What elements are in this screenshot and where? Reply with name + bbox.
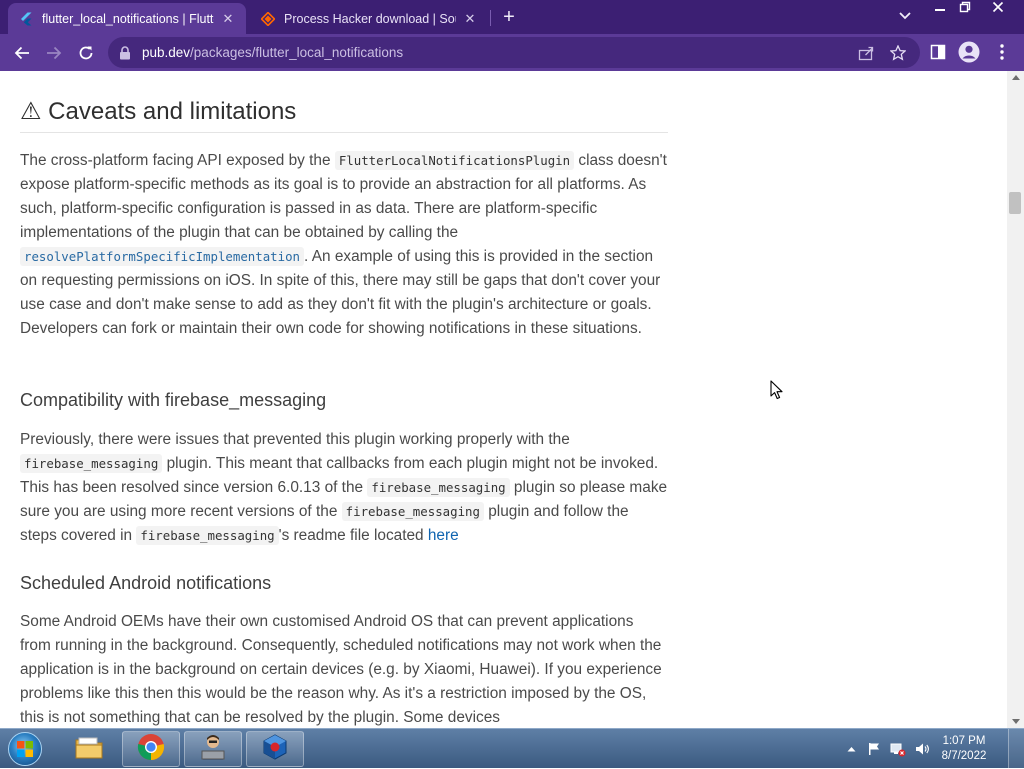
sourceforge-icon	[260, 11, 276, 27]
windows-explorer-icon	[74, 734, 104, 765]
page-scrollbar[interactable]	[1007, 71, 1024, 728]
code-firebase-messaging: firebase_messaging	[367, 478, 510, 497]
tab-separator	[490, 10, 491, 26]
firebase-text-1: Previously, there were issues that preve…	[20, 431, 570, 448]
scroll-down-arrow-icon[interactable]	[1012, 719, 1020, 724]
kebab-menu-icon[interactable]	[991, 41, 1013, 63]
chrome-icon	[137, 733, 165, 766]
windows-taskbar: 1:07 PM 8/7/2022	[0, 728, 1024, 769]
volume-speaker-icon[interactable]	[914, 741, 932, 757]
firebase-compat-heading: Compatibility with firebase_messaging	[20, 390, 327, 410]
share-icon[interactable]	[857, 44, 875, 62]
lock-icon[interactable]	[118, 45, 132, 60]
side-panel-icon[interactable]	[927, 41, 949, 63]
clock-time: 1:07 PM	[942, 735, 986, 747]
scheduled-paragraph: Some Android OEMs have their own customi…	[20, 613, 662, 726]
minimize-icon[interactable]	[926, 0, 954, 20]
bookmark-star-icon[interactable]	[889, 44, 907, 62]
url-text: pub.dev/packages/flutter_local_notificat…	[142, 45, 403, 60]
here-link[interactable]: here	[428, 527, 459, 544]
close-window-icon[interactable]	[984, 0, 1012, 20]
tab-title: flutter_local_notifications | Flutter	[42, 11, 214, 26]
tab-process-hacker[interactable]: Process Hacker download | SourceForge ✕	[250, 3, 488, 34]
tab-title: Process Hacker download | SourceForge	[284, 11, 456, 26]
taskbar-virtualbox[interactable]	[246, 731, 304, 767]
page-viewport: ⚠ Caveats and limitations The cross-plat…	[0, 71, 1007, 728]
flutter-icon	[18, 11, 34, 27]
close-tab-icon[interactable]: ✕	[462, 11, 478, 27]
forward-arrow-icon[interactable]	[41, 40, 67, 66]
virtualbox-icon	[261, 733, 289, 766]
user-app-icon	[198, 733, 228, 766]
scroll-up-arrow-icon[interactable]	[1012, 75, 1020, 80]
restore-icon[interactable]	[951, 0, 979, 20]
clock-date: 8/7/2022	[941, 750, 987, 762]
back-arrow-icon[interactable]	[9, 40, 35, 66]
tab-search-chevron-icon[interactable]	[896, 9, 914, 25]
heading-divider	[20, 132, 668, 133]
url-host: pub.dev	[142, 45, 191, 60]
system-clock[interactable]: 1:07 PM 8/7/2022	[935, 734, 993, 764]
network-error-icon[interactable]	[889, 741, 907, 757]
code-resolve-platform-specific-link[interactable]: resolvePlatformSpecificImplementation	[20, 247, 305, 266]
new-tab-button[interactable]: +	[497, 6, 521, 28]
show-desktop-button[interactable]	[1008, 729, 1024, 769]
tab-flutter-local-notifications[interactable]: flutter_local_notifications | Flutter ✕	[8, 3, 246, 34]
code-firebase-messaging: firebase_messaging	[20, 454, 163, 473]
caveats-paragraph: The cross-platform facing API exposed by…	[20, 149, 668, 341]
caveats-text-1: The cross-platform facing API exposed by…	[20, 152, 331, 169]
caveats-heading: ⚠ Caveats and limitations	[20, 98, 297, 125]
start-button[interactable]	[6, 731, 44, 767]
code-firebase-messaging: firebase_messaging	[341, 502, 484, 521]
scrollbar-thumb[interactable]	[1009, 192, 1021, 214]
reload-icon[interactable]	[73, 40, 99, 66]
close-tab-icon[interactable]: ✕	[220, 11, 236, 27]
taskbar-user-app[interactable]	[184, 731, 242, 767]
taskbar-explorer[interactable]	[60, 731, 118, 767]
code-firebase-messaging: firebase_messaging	[136, 526, 279, 545]
windows-logo-icon	[8, 732, 42, 766]
tab-strip: flutter_local_notifications | Flutter ✕ …	[0, 0, 1024, 34]
show-hidden-icons-icon[interactable]	[845, 741, 857, 757]
firebase-paragraph: Previously, there were issues that preve…	[20, 428, 668, 548]
action-center-flag-icon[interactable]	[866, 741, 882, 757]
firebase-text-5: 's readme file located	[278, 527, 424, 544]
scheduled-android-heading: Scheduled Android notifications	[20, 573, 272, 593]
mouse-cursor-icon	[770, 380, 784, 400]
address-bar[interactable]: pub.dev/packages/flutter_local_notificat…	[108, 37, 920, 68]
browser-toolbar: pub.dev/packages/flutter_local_notificat…	[0, 34, 1024, 71]
url-path: /packages/flutter_local_notifications	[190, 45, 404, 60]
taskbar-chrome[interactable]	[122, 731, 180, 767]
profile-avatar-icon[interactable]	[958, 41, 980, 63]
code-flutter-local-notifications-plugin: FlutterLocalNotificationsPlugin	[334, 151, 575, 170]
